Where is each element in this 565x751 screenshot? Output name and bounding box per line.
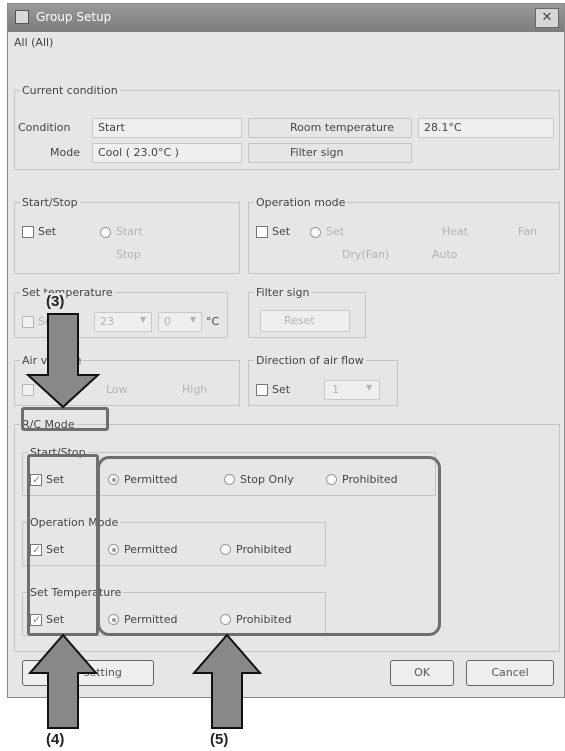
callout-5: (5) [210, 731, 229, 748]
arrow-down-3 [25, 313, 101, 409]
callout-3: (3) [44, 293, 67, 310]
annotation-arrows [25, 313, 263, 729]
arrow-up-5 [191, 633, 263, 729]
callout-4: (4) [46, 731, 65, 748]
arrow-up-4 [27, 633, 99, 729]
